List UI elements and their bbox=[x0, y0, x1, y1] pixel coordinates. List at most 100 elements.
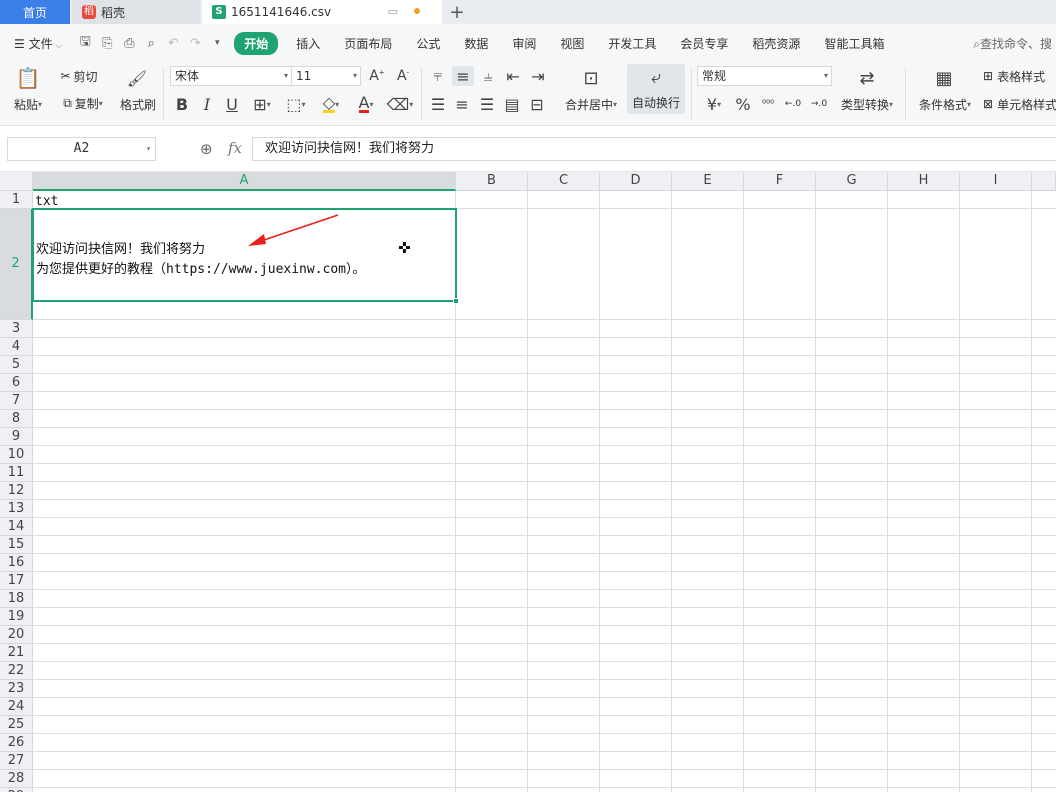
row-header-19[interactable]: 19 bbox=[0, 608, 33, 626]
row-header-11[interactable]: 11 bbox=[0, 464, 33, 482]
borders-icon[interactable]: ⊞ ▾ bbox=[247, 94, 277, 114]
menu-data[interactable]: 数据 bbox=[452, 35, 500, 52]
row-header-23[interactable]: 23 bbox=[0, 680, 33, 698]
row-header-17[interactable]: 17 bbox=[0, 572, 33, 590]
underline-icon[interactable]: U bbox=[222, 94, 242, 114]
conditional-format-button[interactable]: 条件格式 ▾ bbox=[914, 95, 976, 113]
column-header-partial[interactable] bbox=[1032, 172, 1056, 191]
menu-formula[interactable]: 公式 bbox=[404, 35, 452, 52]
fill-color-icon[interactable]: ◇ ▾ bbox=[315, 94, 347, 114]
print-icon[interactable]: ⎙ bbox=[118, 36, 140, 51]
align-top-icon[interactable]: ⫧ bbox=[428, 66, 448, 86]
undo-icon[interactable]: ↶ bbox=[162, 36, 184, 51]
increase-font-icon[interactable]: A+ bbox=[366, 66, 388, 86]
increase-decimal-icon[interactable]: ←.0 bbox=[782, 94, 804, 114]
cut-button[interactable]: ✂ 剪切 bbox=[54, 67, 104, 85]
zoom-search-icon[interactable]: ⊕ bbox=[200, 140, 213, 158]
row-header-7[interactable]: 7 bbox=[0, 392, 33, 410]
row-header-16[interactable]: 16 bbox=[0, 554, 33, 572]
cell-fill-style-icon[interactable]: ⬚ ▾ bbox=[281, 94, 311, 114]
row-header-13[interactable]: 13 bbox=[0, 500, 33, 518]
fx-icon[interactable]: fx bbox=[228, 139, 242, 157]
row-header-3[interactable]: 3 bbox=[0, 320, 33, 338]
italic-icon[interactable]: I bbox=[197, 94, 217, 114]
row-header-14[interactable]: 14 bbox=[0, 518, 33, 536]
menu-page-layout[interactable]: 页面布局 bbox=[332, 35, 404, 52]
monitor-icon[interactable]: ▭ bbox=[388, 5, 398, 18]
menu-member[interactable]: 会员专享 bbox=[668, 35, 740, 52]
column-header-I[interactable]: I bbox=[960, 172, 1032, 191]
align-bottom-icon[interactable]: ⫨ bbox=[478, 66, 498, 86]
row-header-25[interactable]: 25 bbox=[0, 716, 33, 734]
column-header-F[interactable]: F bbox=[744, 172, 816, 191]
decrease-indent-icon[interactable]: ⇤ bbox=[503, 66, 523, 86]
format-painter-icon[interactable]: 🖌 bbox=[120, 66, 154, 90]
font-color-icon[interactable]: A ▾ bbox=[351, 94, 381, 114]
formula-input[interactable]: 欢迎访问抉信网！我们将努力 bbox=[252, 137, 1056, 161]
column-header-H[interactable]: H bbox=[888, 172, 960, 191]
type-convert-button[interactable]: 类型转换 ▾ bbox=[836, 95, 898, 113]
merge-center-button[interactable]: 合并居中 ▾ bbox=[560, 95, 622, 113]
tab-file[interactable]: S 1651141646.csv ▭ bbox=[202, 0, 442, 24]
menu-smart-toolbox[interactable]: 智能工具箱 bbox=[812, 35, 896, 52]
row-header-15[interactable]: 15 bbox=[0, 536, 33, 554]
menu-review[interactable]: 审阅 bbox=[500, 35, 548, 52]
fill-handle[interactable] bbox=[453, 298, 459, 304]
column-header-A[interactable]: A bbox=[33, 172, 456, 191]
paste-icon[interactable]: 📋 bbox=[10, 66, 46, 90]
row-header-9[interactable]: 9 bbox=[0, 428, 33, 446]
name-box[interactable]: A2 ▾ bbox=[7, 137, 156, 161]
justify-icon[interactable]: ▤ bbox=[502, 94, 522, 114]
row-header-22[interactable]: 22 bbox=[0, 662, 33, 680]
decrease-decimal-icon[interactable]: →.0 bbox=[807, 94, 831, 114]
increase-indent-icon[interactable]: ⇥ bbox=[528, 66, 548, 86]
menu-developer[interactable]: 开发工具 bbox=[596, 35, 668, 52]
row-header-28[interactable]: 28 bbox=[0, 770, 33, 788]
column-header-C[interactable]: C bbox=[528, 172, 600, 191]
bold-icon[interactable]: B bbox=[172, 94, 192, 114]
row-header-5[interactable]: 5 bbox=[0, 356, 33, 374]
column-header-G[interactable]: G bbox=[816, 172, 888, 191]
select-all-corner[interactable] bbox=[0, 172, 33, 191]
table-style-button[interactable]: ⊞ 表格样式 bbox=[983, 66, 1056, 86]
wrap-text-button[interactable]: ⤶ 自动换行 bbox=[627, 64, 685, 114]
row-header-29[interactable]: 29 bbox=[0, 788, 33, 792]
tab-daoke[interactable]: 稻 稻壳 bbox=[72, 0, 200, 24]
align-center-icon[interactable]: ≡ bbox=[452, 94, 472, 114]
save-icon[interactable]: 🖫 bbox=[74, 32, 96, 54]
font-name-select[interactable]: 宋体 ▾ bbox=[170, 66, 292, 86]
row-header-21[interactable]: 21 bbox=[0, 644, 33, 662]
column-header-E[interactable]: E bbox=[672, 172, 744, 191]
export-pdf-icon[interactable]: ⎘ bbox=[96, 36, 118, 51]
cell-style-button[interactable]: ⊠ 单元格样式 bbox=[983, 94, 1056, 114]
new-tab-button[interactable]: + bbox=[442, 0, 472, 24]
number-format-select[interactable]: 常规 ▾ bbox=[697, 66, 832, 86]
row-header-20[interactable]: 20 bbox=[0, 626, 33, 644]
redo-icon[interactable]: ↷ bbox=[184, 36, 206, 51]
row-header-6[interactable]: 6 bbox=[0, 374, 33, 392]
align-middle-icon[interactable]: ≡ bbox=[452, 66, 474, 86]
conditional-format-icon[interactable]: ▦ bbox=[927, 66, 961, 90]
row-header-1[interactable]: 1 bbox=[0, 191, 33, 209]
customize-toolbar-icon[interactable]: ▾ bbox=[206, 38, 228, 48]
row-header-4[interactable]: 4 bbox=[0, 338, 33, 356]
cell-A1[interactable]: txt bbox=[35, 194, 58, 209]
column-header-B[interactable]: B bbox=[456, 172, 528, 191]
row-header-18[interactable]: 18 bbox=[0, 590, 33, 608]
row-header-2[interactable]: 2 bbox=[0, 209, 33, 320]
decrease-font-icon[interactable]: A- bbox=[392, 66, 414, 86]
row-header-10[interactable]: 10 bbox=[0, 446, 33, 464]
font-size-select[interactable]: 11 ▾ bbox=[291, 66, 361, 86]
type-convert-icon[interactable]: ⇄ bbox=[850, 66, 884, 90]
thousands-separator-icon[interactable]: ⁰⁰⁰ bbox=[757, 94, 779, 114]
align-right-icon[interactable]: ☰ bbox=[477, 94, 497, 114]
tab-home[interactable]: 首页 bbox=[0, 0, 70, 24]
menu-start[interactable]: 开始 bbox=[234, 31, 279, 55]
copy-button[interactable]: ⧉ 复制 ▾ bbox=[54, 94, 112, 112]
merge-center-icon[interactable]: ⊡ bbox=[574, 66, 608, 90]
row-header-27[interactable]: 27 bbox=[0, 752, 33, 770]
column-header-D[interactable]: D bbox=[600, 172, 672, 191]
row-header-8[interactable]: 8 bbox=[0, 410, 33, 428]
row-header-26[interactable]: 26 bbox=[0, 734, 33, 752]
format-painter-button[interactable]: 格式刷 bbox=[116, 95, 160, 113]
